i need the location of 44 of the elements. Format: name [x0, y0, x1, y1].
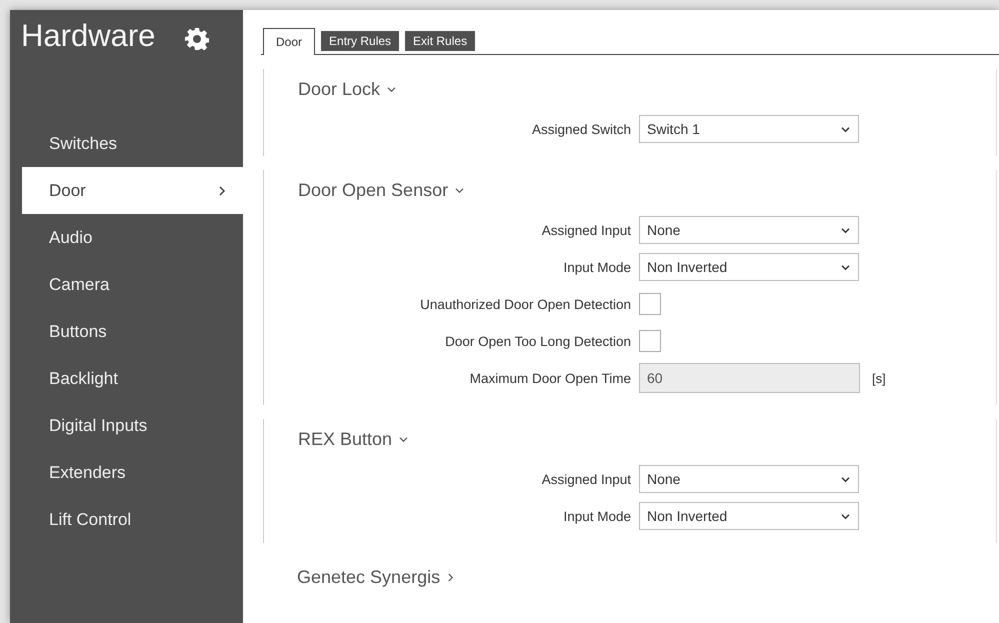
section-header[interactable]: Door Lock [298, 79, 396, 100]
checkbox[interactable] [639, 293, 661, 315]
field-label: Assigned Switch [530, 122, 632, 136]
caret-icon [841, 512, 850, 520]
sidebar-item[interactable]: Switches [22, 120, 243, 167]
dropdown[interactable]: Non Inverted [639, 502, 859, 530]
tab[interactable]: Door [263, 28, 316, 55]
caret-icon [841, 226, 850, 234]
sidebar-item[interactable]: Digital Inputs [22, 402, 243, 449]
chevron-right-icon [218, 186, 226, 196]
chevron-down-icon [455, 187, 464, 194]
caret-icon [841, 126, 850, 132]
sidebar-title: Hardware [21, 18, 156, 54]
section-header[interactable]: Door Open Sensor [298, 180, 464, 201]
caret-icon [841, 476, 850, 482]
settings-icon[interactable] [185, 27, 210, 51]
sidebar-item[interactable]: Audio [22, 214, 243, 261]
dropdown[interactable]: None [639, 465, 859, 493]
chevron-right-icon [447, 573, 454, 582]
tab[interactable]: Entry Rules [321, 31, 400, 51]
tab[interactable]: Exit Rules [405, 31, 476, 51]
section-header[interactable]: REX Button [298, 429, 408, 450]
field-label: Input Mode [562, 260, 632, 274]
field-label: Maximum Door Open Time [468, 370, 632, 386]
sidebar-item[interactable]: Door [22, 167, 243, 214]
dropdown[interactable]: None [639, 216, 859, 244]
field-label: Assigned Input [540, 222, 632, 238]
section-header[interactable]: Genetec Synergis [297, 567, 454, 588]
chevron-down-icon [387, 86, 396, 93]
field-label: Input Mode [562, 508, 632, 524]
sidebar-item[interactable]: Lift Control [22, 496, 243, 543]
caret-icon [841, 264, 850, 270]
sidebar-item[interactable]: Buttons [22, 308, 243, 355]
field-label: Unauthorized Door Open Detection [419, 296, 632, 312]
dropdown[interactable]: Non Inverted [639, 253, 859, 281]
field-label: Assigned Input [540, 472, 632, 486]
dropdown[interactable]: Switch 1 [639, 115, 859, 143]
checkbox[interactable] [639, 330, 661, 352]
sidebar-item[interactable]: Extenders [22, 449, 243, 496]
field-label: Door Open Too Long Detection [444, 334, 632, 348]
chevron-down-icon [399, 436, 408, 443]
sidebar-item[interactable]: Backlight [22, 355, 243, 402]
unit-label: [s] [872, 370, 886, 386]
sidebar-item[interactable]: Camera [22, 261, 243, 308]
